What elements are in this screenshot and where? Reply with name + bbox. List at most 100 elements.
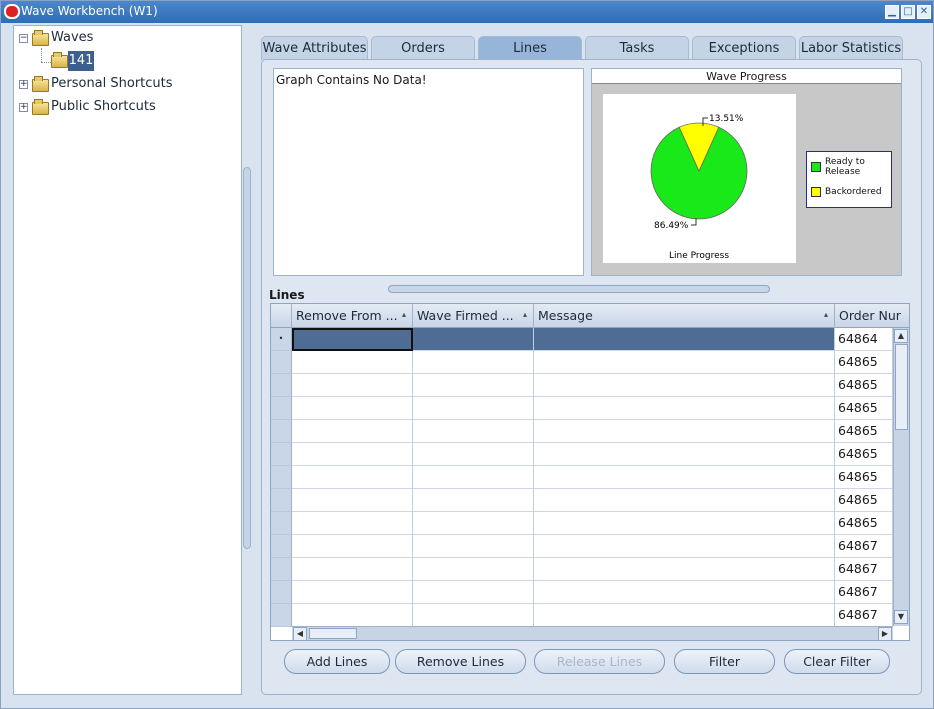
column-header-wave-firmed[interactable]: Wave Firmed ... ▴ xyxy=(413,304,534,328)
row-selector[interactable] xyxy=(271,489,292,512)
tree-expand-icon[interactable]: − xyxy=(19,34,28,43)
minimize-button[interactable]: ▁ xyxy=(885,5,899,19)
tab-wave-attributes[interactable]: Wave Attributes xyxy=(261,36,368,60)
cell-remove-from[interactable] xyxy=(292,351,413,374)
cell-remove-from[interactable] xyxy=(292,558,413,581)
cell-order-number[interactable]: 64865 xyxy=(835,512,893,535)
row-selector[interactable] xyxy=(271,397,292,420)
scroll-thumb[interactable] xyxy=(895,344,908,430)
cell-order-number[interactable]: 64867 xyxy=(835,604,893,627)
cell-message[interactable] xyxy=(534,535,835,558)
tab-tasks[interactable]: Tasks xyxy=(585,36,689,60)
table-row[interactable]: 64867 xyxy=(271,535,893,558)
cell-message[interactable] xyxy=(534,374,835,397)
cell-order-number[interactable]: 64865 xyxy=(835,466,893,489)
cell-order-number[interactable]: 64865 xyxy=(835,443,893,466)
tab-exceptions[interactable]: Exceptions xyxy=(692,36,796,60)
row-selector[interactable] xyxy=(271,351,292,374)
column-header-message[interactable]: Message ▴ xyxy=(534,304,835,328)
row-selector[interactable] xyxy=(271,420,292,443)
cell-wave-firmed[interactable] xyxy=(413,535,534,558)
grid-horizontal-scrollbar[interactable]: ◀ ▶ xyxy=(292,626,893,640)
cell-wave-firmed[interactable] xyxy=(413,512,534,535)
cell-wave-firmed[interactable] xyxy=(413,374,534,397)
table-row[interactable]: 64865 xyxy=(271,351,893,374)
cell-order-number[interactable]: 64865 xyxy=(835,489,893,512)
cell-wave-firmed[interactable] xyxy=(413,466,534,489)
cell-wave-firmed[interactable] xyxy=(413,558,534,581)
tree-node-waves[interactable]: − Waves xyxy=(14,30,242,48)
tree-node-public-shortcuts[interactable]: + Public Shortcuts xyxy=(14,99,242,117)
table-row[interactable]: 64865 xyxy=(271,489,893,512)
cell-message[interactable] xyxy=(534,443,835,466)
column-header-order-number[interactable]: Order Nur xyxy=(835,304,909,328)
cell-remove-from[interactable] xyxy=(292,420,413,443)
table-row[interactable]: 64865 xyxy=(271,443,893,466)
cell-message[interactable] xyxy=(534,604,835,627)
tree-node-personal-shortcuts[interactable]: + Personal Shortcuts xyxy=(14,76,242,94)
tab-orders[interactable]: Orders xyxy=(371,36,475,60)
cell-remove-from[interactable] xyxy=(292,512,413,535)
table-row[interactable]: 64867 xyxy=(271,558,893,581)
tree-collapsed-icon[interactable]: + xyxy=(19,80,28,89)
row-selector[interactable] xyxy=(271,535,292,558)
cell-message[interactable] xyxy=(534,489,835,512)
cell-remove-from[interactable] xyxy=(292,535,413,558)
scroll-right-icon[interactable]: ▶ xyxy=(878,627,892,640)
row-selector[interactable] xyxy=(271,374,292,397)
filter-button[interactable]: Filter xyxy=(674,649,775,674)
tree-node-wave-141[interactable]: 141 xyxy=(68,51,94,71)
cell-wave-firmed[interactable] xyxy=(413,328,534,351)
row-selector[interactable]: • xyxy=(271,328,292,351)
table-row[interactable]: 64865 xyxy=(271,512,893,535)
cell-order-number[interactable]: 64865 xyxy=(835,374,893,397)
row-selector[interactable] xyxy=(271,558,292,581)
cell-remove-from[interactable] xyxy=(292,397,413,420)
cell-order-number[interactable]: 64867 xyxy=(835,581,893,604)
cell-message[interactable] xyxy=(534,558,835,581)
remove-lines-button[interactable]: Remove Lines xyxy=(395,649,526,674)
scroll-down-icon[interactable]: ▼ xyxy=(894,610,908,624)
cell-remove-from[interactable] xyxy=(292,581,413,604)
cell-wave-firmed[interactable] xyxy=(413,443,534,466)
cell-message[interactable] xyxy=(534,328,835,351)
cell-remove-from[interactable] xyxy=(292,374,413,397)
cell-remove-from[interactable] xyxy=(292,489,413,512)
cell-message[interactable] xyxy=(534,351,835,374)
column-header-remove-from[interactable]: Remove From ... ▴ xyxy=(292,304,413,328)
cell-message[interactable] xyxy=(534,397,835,420)
table-row[interactable]: 64865 xyxy=(271,397,893,420)
cell-message[interactable] xyxy=(534,420,835,443)
scroll-left-icon[interactable]: ◀ xyxy=(293,627,307,640)
row-selector[interactable] xyxy=(271,512,292,535)
cell-message[interactable] xyxy=(534,581,835,604)
cell-wave-firmed[interactable] xyxy=(413,420,534,443)
cell-remove-from[interactable] xyxy=(292,443,413,466)
tab-labor-statistics[interactable]: Labor Statistics xyxy=(799,36,903,60)
cell-remove-from[interactable] xyxy=(292,466,413,489)
scroll-up-icon[interactable]: ▲ xyxy=(894,329,908,343)
cell-order-number[interactable]: 64867 xyxy=(835,535,893,558)
cell-message[interactable] xyxy=(534,466,835,489)
cell-order-number[interactable]: 64865 xyxy=(835,420,893,443)
close-button[interactable]: ✕ xyxy=(917,5,931,19)
scroll-thumb[interactable] xyxy=(309,628,357,639)
tree-collapsed-icon[interactable]: + xyxy=(19,103,28,112)
cell-order-number[interactable]: 64865 xyxy=(835,351,893,374)
cell-wave-firmed[interactable] xyxy=(413,351,534,374)
table-row[interactable]: 64865 xyxy=(271,374,893,397)
row-selector[interactable] xyxy=(271,466,292,489)
cell-wave-firmed[interactable] xyxy=(413,397,534,420)
cell-wave-firmed[interactable] xyxy=(413,604,534,627)
cell-remove-from[interactable] xyxy=(292,328,413,351)
table-row[interactable]: 64867 xyxy=(271,604,893,627)
row-selector[interactable] xyxy=(271,581,292,604)
pane-splitter[interactable] xyxy=(243,167,251,549)
cell-wave-firmed[interactable] xyxy=(413,581,534,604)
row-selector[interactable] xyxy=(271,604,292,627)
row-selector[interactable] xyxy=(271,443,292,466)
grid-vertical-scrollbar[interactable]: ▲ ▼ xyxy=(893,328,909,626)
cell-wave-firmed[interactable] xyxy=(413,489,534,512)
cell-order-number[interactable]: 64867 xyxy=(835,558,893,581)
panel-horizontal-scrollbar[interactable] xyxy=(388,285,770,293)
